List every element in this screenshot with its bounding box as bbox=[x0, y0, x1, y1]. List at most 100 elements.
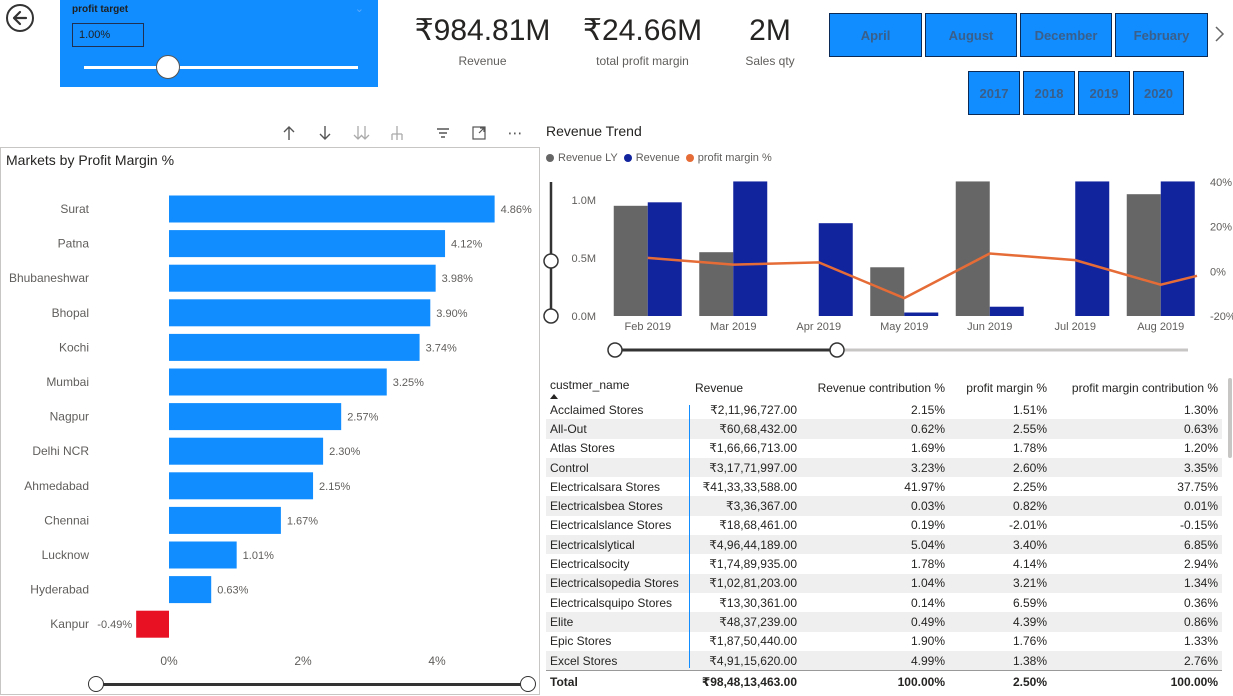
bar-nagpur[interactable] bbox=[169, 403, 342, 431]
chevron-right-icon[interactable] bbox=[1212, 24, 1226, 44]
more-options-icon[interactable]: ⋯ bbox=[505, 123, 525, 143]
data-label: 2.57% bbox=[347, 412, 378, 424]
bar-delhi-ncr[interactable] bbox=[169, 437, 324, 465]
bar-revenue-ly[interactable] bbox=[1126, 194, 1161, 316]
revenue-contribution-cell: 5.04% bbox=[801, 535, 949, 555]
table-row[interactable]: Atlas Stores ₹1,66,66,713.00 1.69% 1.78% 1.2… bbox=[546, 439, 1222, 458]
bar-bhopal[interactable] bbox=[169, 299, 431, 327]
y-scroll-handle[interactable] bbox=[543, 253, 559, 269]
trend-chart-svg: 0.0M 0.5M 1.0M 40% 20% 0% -20% Feb 2019 Mar 2019… bbox=[543, 177, 1233, 358]
x-tick-label: 2% bbox=[294, 654, 312, 668]
profit-margin-cell: 0.82% bbox=[949, 496, 1051, 516]
markets-scroll-handle-right[interactable] bbox=[520, 676, 536, 692]
bar-revenue[interactable] bbox=[1160, 181, 1195, 316]
customer-name-cell: Electricalsara Stores bbox=[550, 479, 661, 494]
col-header-customer[interactable]: custmer_name bbox=[546, 376, 691, 400]
bar-revenue-ly[interactable] bbox=[613, 205, 648, 316]
category-label: Bhopal bbox=[52, 306, 89, 320]
bar-revenue[interactable] bbox=[733, 181, 768, 316]
bar-revenue-ly[interactable] bbox=[955, 181, 990, 316]
customer-name-cell: Electricalsbea Stores bbox=[546, 496, 691, 516]
table-row[interactable]: Epic Stores ₹1,87,50,440.00 1.90% 1.76% 1.33… bbox=[546, 632, 1222, 651]
month-button-february[interactable]: February bbox=[1115, 13, 1208, 57]
table-row[interactable]: Control ₹3,17,71,997.00 3.23% 2.60% 3.35% bbox=[546, 457, 1222, 478]
bar-mumbai[interactable] bbox=[169, 368, 387, 396]
customer-name-cell: Control bbox=[546, 457, 691, 478]
revenue-cell: ₹1,02,81,203.00 bbox=[691, 573, 801, 593]
table-row[interactable]: Acclaimed Stores ₹2,11,96,727.00 2.15% 1.51… bbox=[546, 400, 1222, 419]
total-label: Total bbox=[550, 675, 578, 689]
filter-icon[interactable] bbox=[433, 123, 453, 143]
customer-name-cell: Electricalsocity bbox=[550, 557, 630, 572]
revenue-contribution-cell: 1.78% bbox=[910, 557, 945, 572]
year-button-2017[interactable]: 2017 bbox=[968, 71, 1020, 115]
legend-label: Revenue LY bbox=[558, 152, 618, 164]
col-header-profit-margin[interactable]: profit margin % bbox=[949, 376, 1051, 400]
expand-hierarchy-icon[interactable] bbox=[387, 123, 407, 143]
customer-name-cell: Electricalslance Stores bbox=[550, 518, 672, 533]
table-row[interactable]: Electricalsquipo Stores ₹13,30,361.00 0.14… bbox=[546, 593, 1222, 612]
visual-toolbar: ⋯ bbox=[279, 123, 525, 143]
col-header-revenue-contribution[interactable]: Revenue contribution % bbox=[801, 376, 949, 400]
month-button-april[interactable]: April bbox=[829, 13, 922, 57]
table-scrollbar[interactable] bbox=[1228, 378, 1232, 458]
table-row[interactable]: Electricalslance Stores ₹18,68,461.00 0.19… bbox=[546, 516, 1222, 535]
x-scroll-handle[interactable] bbox=[829, 342, 845, 358]
customer-name-cell: Epic Stores bbox=[550, 634, 612, 649]
double-arrow-down-icon[interactable] bbox=[351, 123, 371, 143]
bar-revenue[interactable] bbox=[1075, 181, 1110, 316]
y2-tick-label: 20% bbox=[1210, 222, 1232, 234]
revenue-cell: ₹4,91,15,620.00 bbox=[691, 650, 801, 671]
back-button[interactable] bbox=[6, 4, 34, 32]
legend-item[interactable]: Revenue LY bbox=[546, 152, 618, 164]
table-row[interactable]: Electricalsara Stores ₹41,33,33,588.00 41.… bbox=[546, 477, 1222, 496]
month-button-december[interactable]: December bbox=[1020, 13, 1112, 57]
profit-target-input[interactable]: 1.00% bbox=[72, 23, 144, 47]
table-row[interactable]: All-Out ₹60,68,432.00 0.62% 2.55% 0.63% bbox=[546, 419, 1222, 439]
bar-patna[interactable] bbox=[169, 230, 446, 258]
bar-revenue[interactable] bbox=[989, 306, 1024, 316]
markets-chart-svg: Surat 4.86% Patna 4.12% Bhubaneshwar 3.98% Bho… bbox=[9, 195, 532, 668]
trend-title: Revenue Trend bbox=[546, 123, 642, 139]
bar-hyderabad[interactable] bbox=[169, 576, 212, 604]
bar-revenue[interactable] bbox=[904, 312, 939, 316]
markets-scroll-track[interactable] bbox=[96, 683, 528, 686]
category-label: Kanpur bbox=[50, 617, 89, 631]
table-row[interactable]: Electricalslytical ₹4,96,44,189.00 5.04% 3.… bbox=[546, 535, 1222, 555]
table-row[interactable]: Elite ₹48,37,239.00 0.49% 4.39% 0.86% bbox=[546, 612, 1222, 632]
bar-bhubaneshwar[interactable] bbox=[169, 264, 436, 292]
table-row[interactable]: Excel Stores ₹4,91,15,620.00 4.99% 1.38% 2.7… bbox=[546, 650, 1222, 671]
y-scroll-handle[interactable] bbox=[543, 308, 559, 324]
slider-track[interactable] bbox=[84, 66, 358, 69]
legend-item[interactable]: Revenue bbox=[623, 152, 680, 164]
col-header-revenue[interactable]: Revenue bbox=[691, 376, 801, 400]
chevron-down-icon[interactable]: ⌄ bbox=[355, 2, 364, 15]
year-button-2018[interactable]: 2018 bbox=[1023, 71, 1075, 115]
year-button-2020[interactable]: 2020 bbox=[1133, 71, 1184, 115]
month-button-august[interactable]: August bbox=[925, 13, 1017, 57]
customer-name-cell: Atlas Stores bbox=[550, 441, 615, 456]
arrow-up-icon[interactable] bbox=[279, 123, 299, 143]
focus-mode-icon[interactable] bbox=[469, 123, 489, 143]
table-body: Acclaimed Stores ₹2,11,96,727.00 2.15% 1.51… bbox=[546, 400, 1222, 671]
profit-margin-contribution-cell: 6.85% bbox=[1051, 535, 1222, 555]
bar-surat[interactable] bbox=[169, 195, 495, 223]
table-row[interactable]: Electricalsopedia Stores ₹1,02,81,203.00 1… bbox=[546, 573, 1222, 593]
table-row[interactable]: Electricalsbea Stores ₹3,36,367.00 0.03% 0.… bbox=[546, 496, 1222, 516]
bar-kanpur[interactable] bbox=[136, 610, 169, 638]
bar-lucknow[interactable] bbox=[169, 541, 237, 569]
arrow-down-icon[interactable] bbox=[315, 123, 335, 143]
profit-margin-contribution-cell: 2.76% bbox=[1051, 650, 1222, 671]
kpi-value: ₹24.66M bbox=[582, 14, 703, 47]
total-revenue-contribution: 100.00% bbox=[897, 675, 945, 689]
bar-kochi[interactable] bbox=[169, 333, 420, 361]
legend-item[interactable]: profit margin % bbox=[685, 152, 772, 164]
markets-scroll-handle-left[interactable] bbox=[88, 676, 104, 692]
bar-chennai[interactable] bbox=[169, 506, 281, 534]
col-header-profit-margin-contribution[interactable]: profit margin contribution % bbox=[1051, 376, 1222, 400]
x-scroll-handle[interactable] bbox=[607, 342, 623, 358]
bar-ahmedabad[interactable] bbox=[169, 472, 314, 500]
year-button-2019[interactable]: 2019 bbox=[1078, 71, 1130, 115]
table-row[interactable]: Electricalsocity ₹1,74,89,935.00 1.78% 4.14… bbox=[546, 554, 1222, 573]
slider-thumb[interactable] bbox=[156, 55, 180, 79]
